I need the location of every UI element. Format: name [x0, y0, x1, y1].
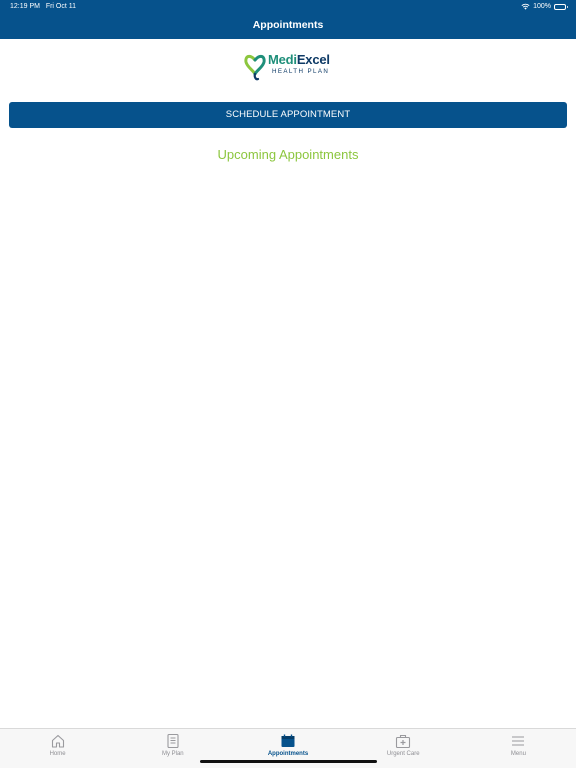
tab-my-plan-label: My Plan — [161, 751, 184, 757]
mediexcel-logo: MediExcel HEALTH PLAN — [244, 46, 330, 82]
tab-home-label: Home — [49, 751, 66, 757]
logo-name-medi: Medi — [268, 52, 297, 67]
tab-menu[interactable]: Menu — [461, 729, 576, 768]
tab-home[interactable]: Home — [0, 729, 115, 768]
home-indicator[interactable] — [200, 760, 377, 763]
heart-stethoscope-icon — [244, 54, 266, 81]
tab-urgent-care-label: Urgent Care — [386, 751, 420, 757]
battery-icon — [554, 3, 568, 10]
status-time-text: 12:19 PM — [10, 3, 40, 10]
tab-menu-label: Menu — [510, 751, 526, 757]
document-icon — [167, 733, 179, 749]
tab-appointments-label: Appointments — [267, 751, 309, 757]
navigation-bar: 12:19 PM Fri Oct 11 100% Appointments — [0, 0, 576, 39]
upcoming-appointments-heading: Upcoming Appointments — [217, 147, 359, 162]
status-time: 12:19 PM Fri Oct 11 — [10, 3, 76, 10]
menu-icon — [512, 736, 525, 746]
wifi-icon — [521, 3, 530, 10]
logo-subtitle: HEALTH PLAN — [272, 68, 330, 75]
logo-name-excel: Excel — [296, 52, 330, 67]
status-right: 100% — [521, 3, 568, 10]
status-date-text: Fri Oct 11 — [45, 3, 77, 10]
calendar-icon — [281, 734, 295, 747]
page-title: Appointments — [252, 19, 324, 31]
home-icon — [51, 734, 64, 748]
battery-percent: 100% — [533, 3, 551, 10]
schedule-appointment-button[interactable]: SCHEDULE APPOINTMENT — [9, 102, 567, 128]
medical-bag-icon — [396, 734, 411, 749]
